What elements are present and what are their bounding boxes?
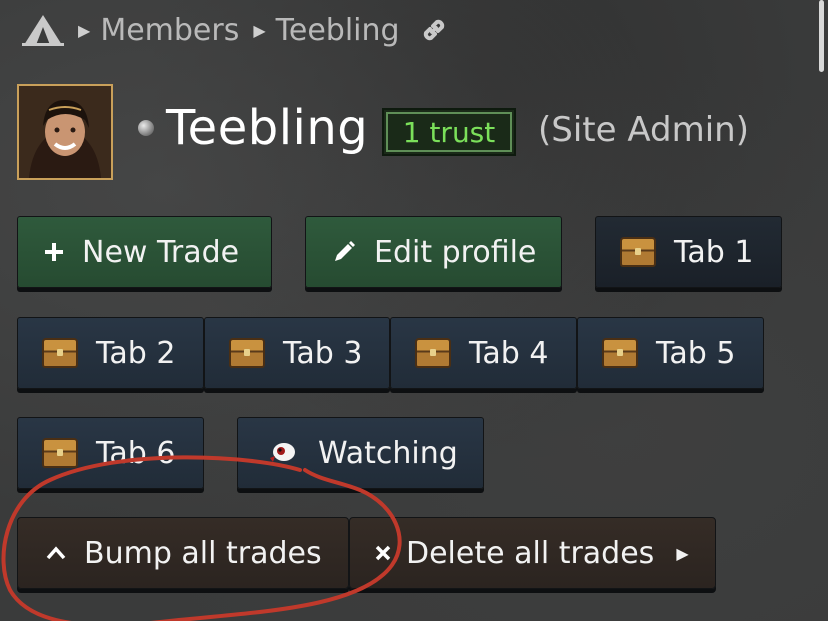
watching-label: Watching [318,435,458,471]
status-indicator [138,120,154,136]
link-icon[interactable] [420,16,448,44]
tab-6[interactable]: Tab 6 [17,417,204,489]
delete-all-trades-label: Delete all trades [406,535,655,571]
avatar[interactable] [17,84,113,180]
chest-icon [415,338,451,368]
chevron-up-icon [46,546,66,560]
chevron-right-icon: ▶ [676,543,689,563]
tent-icon[interactable] [22,13,64,47]
plus-icon [44,242,64,262]
scrollbar[interactable] [819,0,824,72]
role-label: (Site Admin) [538,110,749,150]
close-icon [374,544,392,562]
tab-2-label: Tab 2 [96,335,176,371]
username: Teebling [166,100,369,156]
breadcrumb: ▶ Members ▶ Teebling [22,10,448,50]
tab-5-label: Tab 5 [656,335,736,371]
tab-4[interactable]: Tab 4 [390,317,577,389]
chest-icon [602,338,638,368]
tab-5[interactable]: Tab 5 [577,317,764,389]
trust-badge[interactable]: 1 trust [382,108,516,156]
delete-all-trades-button[interactable]: Delete all trades ▶ [349,517,716,589]
chest-icon [229,338,265,368]
chevron-right-icon: ▶ [253,20,266,40]
chest-icon [42,338,78,368]
new-trade-label: New Trade [82,234,240,270]
chevron-right-icon: ▶ [78,20,91,40]
chest-icon [620,237,656,267]
tab-3[interactable]: Tab 3 [204,317,390,389]
breadcrumb-members[interactable]: Members [100,13,239,48]
tab-4-label: Tab 4 [469,335,549,371]
eye-icon [264,438,300,468]
bump-all-trades-button[interactable]: Bump all trades [17,517,349,589]
tab-1-label: Tab 1 [674,234,754,270]
tab-3-label: Tab 3 [283,335,363,371]
chest-icon [42,438,78,468]
tab-1[interactable]: Tab 1 [595,216,782,288]
breadcrumb-current: Teebling [275,12,400,48]
watching-button[interactable]: Watching [237,417,484,489]
tab-6-label: Tab 6 [96,435,176,471]
new-trade-button[interactable]: New Trade [17,216,272,288]
edit-profile-label: Edit profile [374,234,537,270]
bump-all-trades-label: Bump all trades [84,535,322,571]
tab-2[interactable]: Tab 2 [17,317,204,389]
pencil-icon [332,240,356,264]
edit-profile-button[interactable]: Edit profile [305,216,562,288]
